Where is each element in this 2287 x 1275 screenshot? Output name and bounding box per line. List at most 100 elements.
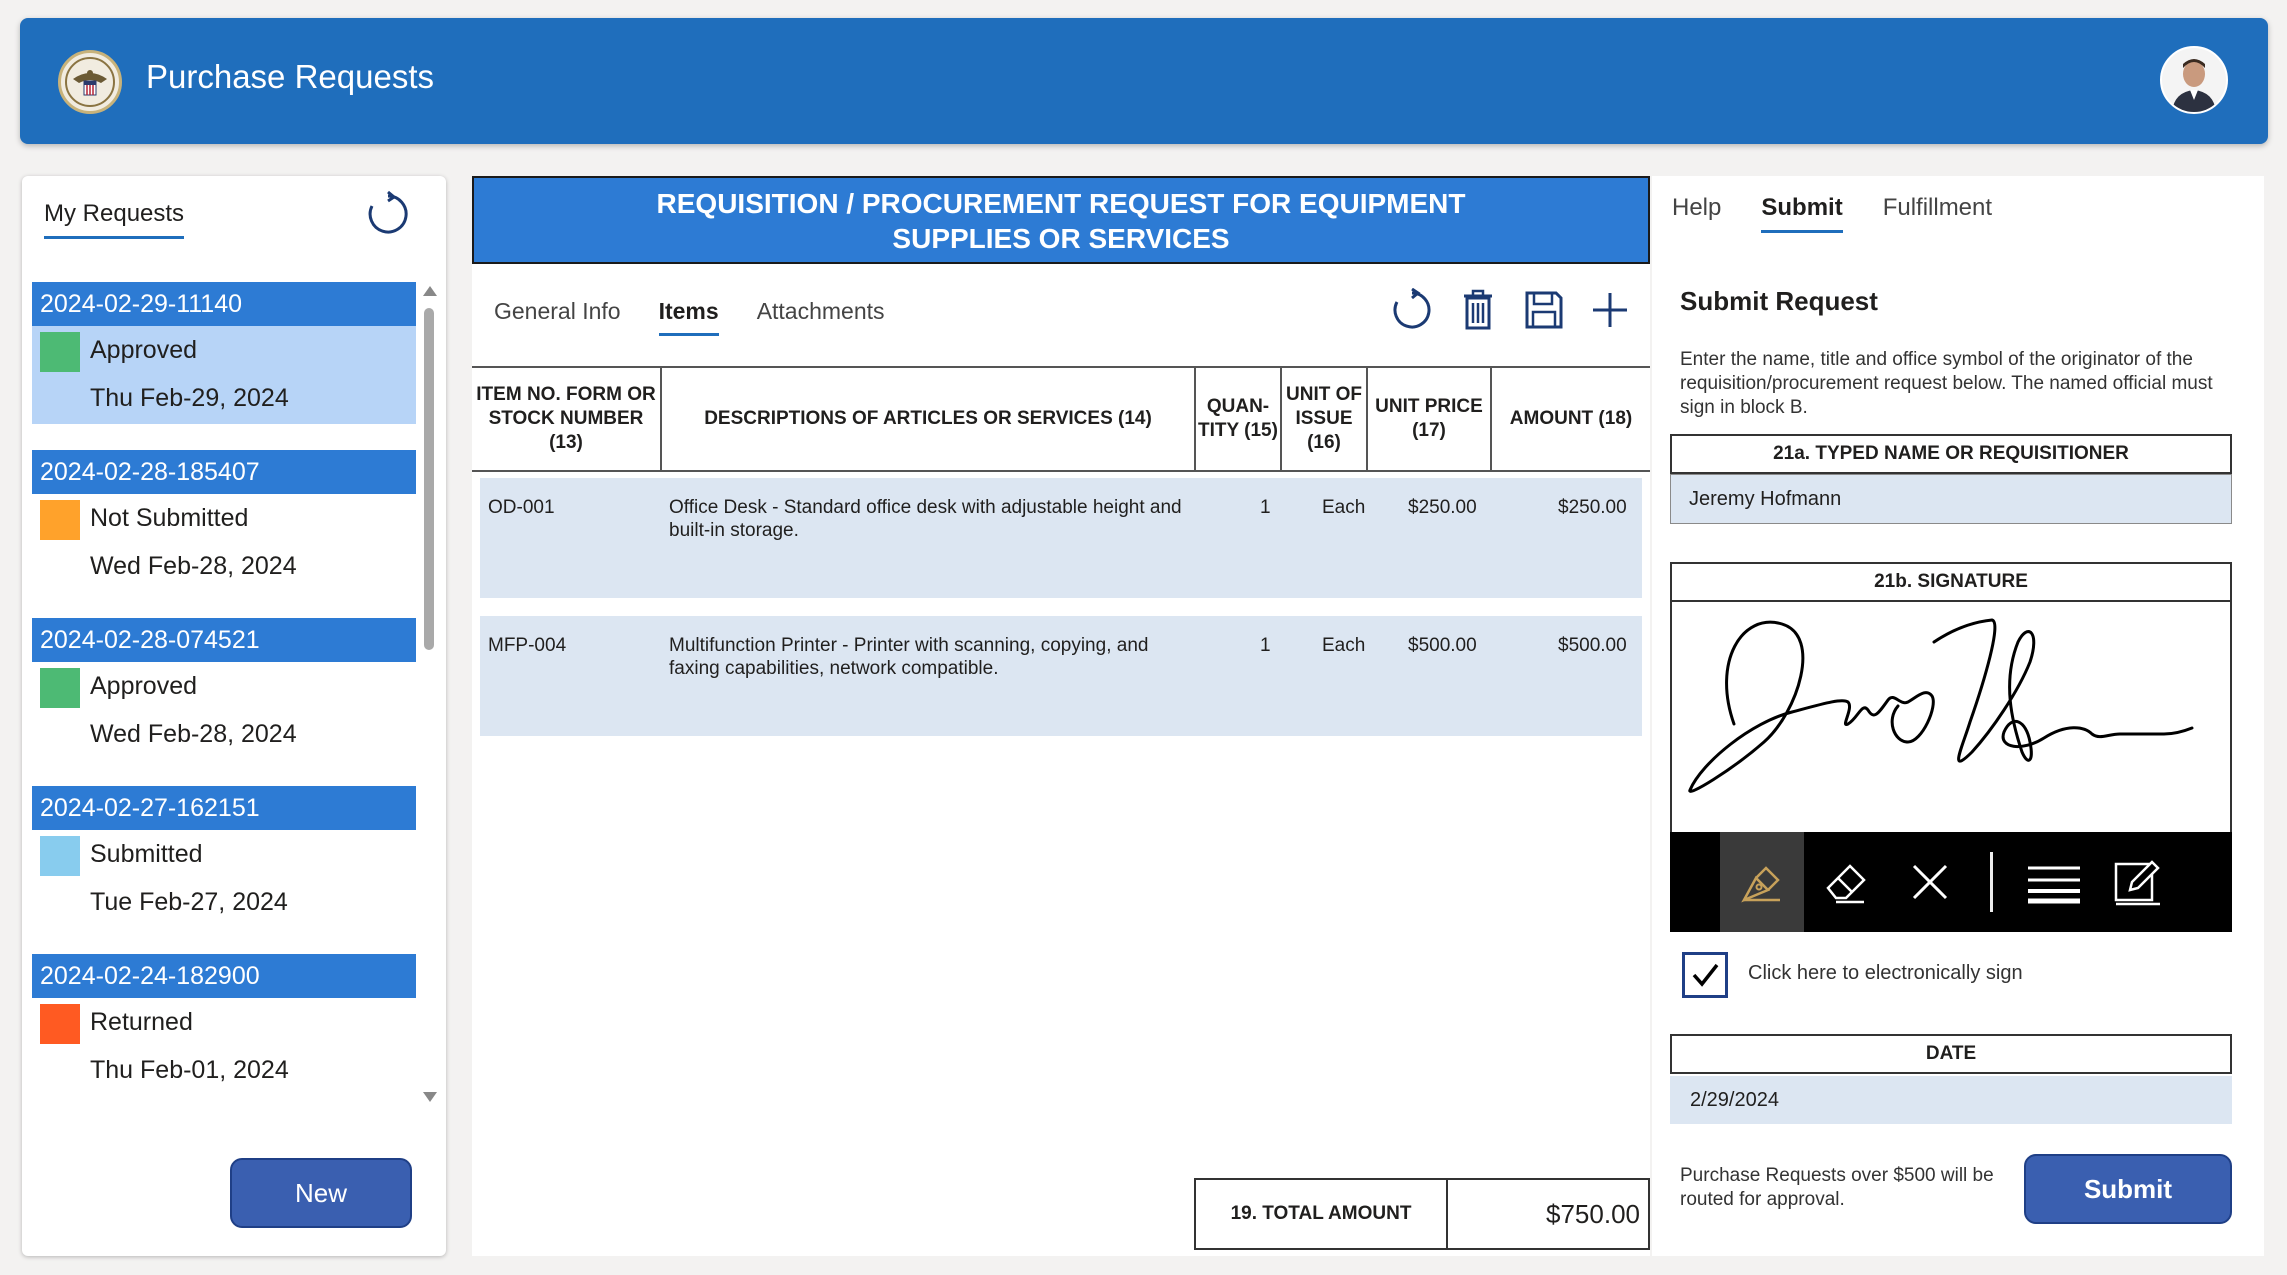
requisitioner-name-field[interactable]: Jeremy Hofmann	[1670, 474, 2232, 524]
request-id: 2024-02-28-185407	[32, 450, 416, 494]
refresh-icon[interactable]	[1390, 288, 1434, 332]
status-swatch	[40, 500, 80, 540]
request-body: Approved Thu Feb-29, 2024	[32, 326, 416, 424]
list-item[interactable]: 2024-02-28-185407 Not Submitted Wed Feb-…	[32, 450, 416, 618]
request-id: 2024-02-29-11140	[32, 282, 416, 326]
section-heading: Submit Request	[1680, 286, 1878, 316]
esign-checkbox[interactable]	[1682, 952, 1728, 998]
item-unit-price: $500.00	[1408, 635, 1477, 656]
request-id: 2024-02-24-182900	[32, 954, 416, 998]
request-date: Wed Feb-28, 2024	[90, 552, 297, 580]
item-unit-price: $250.00	[1408, 497, 1477, 518]
submit-button[interactable]: Submit	[2024, 1154, 2232, 1224]
scroll-up-icon[interactable]	[423, 286, 437, 296]
submit-panel: Help Submit Fulfillment Submit Request E…	[1652, 176, 2264, 1256]
request-date: Thu Feb-29, 2024	[90, 384, 289, 412]
request-body: Submitted Tue Feb-27, 2024	[32, 830, 416, 928]
app-header: Purchase Requests	[20, 18, 2268, 144]
toolbar-divider	[1990, 852, 1993, 912]
status-text: Returned	[90, 1008, 193, 1036]
tab-general-info[interactable]: General Info	[494, 298, 621, 336]
clear-icon[interactable]	[1888, 832, 1972, 932]
item-number: OD-001	[488, 497, 555, 518]
column-header-quantity: QUAN-TITY (15)	[1196, 368, 1282, 470]
item-amount: $250.00	[1558, 497, 1627, 518]
total-amount-box: 19. TOTAL AMOUNT $750.00	[1194, 1178, 1650, 1250]
column-header-unit-of-issue: UNIT OF ISSUE (16)	[1282, 368, 1368, 470]
new-request-button[interactable]: New	[230, 1158, 412, 1228]
tab-attachments[interactable]: Attachments	[757, 298, 885, 336]
status-swatch	[40, 1004, 80, 1044]
add-icon[interactable]	[1588, 288, 1632, 332]
item-description: Office Desk - Standard office desk with …	[669, 497, 1182, 541]
scroll-down-icon[interactable]	[423, 1092, 437, 1102]
table-row[interactable]: OD-001 Office Desk - Standard office des…	[480, 478, 1642, 598]
date-field[interactable]: 2/29/2024	[1670, 1076, 2232, 1124]
status-swatch	[40, 836, 80, 876]
refresh-icon[interactable]	[364, 190, 412, 243]
request-id: 2024-02-27-162151	[32, 786, 416, 830]
item-quantity: 1	[1260, 497, 1271, 518]
side-tabs: Help Submit Fulfillment	[1672, 194, 1992, 233]
save-icon[interactable]	[1522, 288, 1566, 332]
total-amount-label: 19. TOTAL AMOUNT	[1196, 1180, 1448, 1248]
list-item[interactable]: 2024-02-28-074521 Approved Wed Feb-28, 2…	[32, 618, 416, 786]
form-panel: REQUISITION / PROCUREMENT REQUEST FOR EQ…	[472, 176, 1650, 1256]
routing-note: Purchase Requests over $500 will be rout…	[1680, 1165, 1994, 1210]
list-item[interactable]: 2024-02-24-182900 Returned Thu Feb-01, 2…	[32, 954, 416, 1122]
item-amount: $500.00	[1558, 635, 1627, 656]
tab-fulfillment[interactable]: Fulfillment	[1883, 194, 1992, 233]
request-date: Thu Feb-01, 2024	[90, 1056, 289, 1084]
checkmark-icon	[1692, 963, 1719, 987]
item-quantity: 1	[1260, 635, 1271, 656]
column-header-amount: AMOUNT (18)	[1509, 408, 1633, 429]
list-item[interactable]: 2024-02-27-162151 Submitted Tue Feb-27, …	[32, 786, 416, 954]
eraser-icon[interactable]	[1804, 832, 1888, 932]
total-amount-value: $750.00	[1546, 1198, 1640, 1229]
form-title-line2: SUPPLIES OR SERVICES	[892, 223, 1230, 254]
status-text: Approved	[90, 672, 198, 700]
signature-pad[interactable]	[1670, 600, 2232, 834]
request-body: Returned Thu Feb-01, 2024	[32, 998, 416, 1096]
requests-list[interactable]: 2024-02-29-11140 Approved Thu Feb-29, 20…	[32, 282, 416, 1122]
item-unit: Each	[1322, 635, 1366, 656]
request-id: 2024-02-28-074521	[32, 618, 416, 662]
form-tabs: General Info Items Attachments	[494, 298, 885, 336]
form-title-line1: REQUISITION / PROCUREMENT REQUEST FOR EQ…	[656, 188, 1466, 219]
name-label: 21a. TYPED NAME OR REQUISITIONER	[1670, 434, 2232, 474]
request-body: Not Submitted Wed Feb-28, 2024	[32, 494, 416, 592]
status-text: Not Submitted	[90, 504, 249, 532]
items-table: ITEM NO. FORM OR STOCK NUMBER (13) DESCR…	[472, 366, 1650, 472]
app-title: Purchase Requests	[146, 58, 434, 95]
column-header-item-no: ITEM NO. FORM OR STOCK NUMBER (13)	[472, 368, 662, 470]
esign-label: Click here to electronically sign	[1748, 962, 2023, 984]
tab-items[interactable]: Items	[658, 298, 719, 336]
status-text: Approved	[90, 336, 198, 364]
form-title: REQUISITION / PROCUREMENT REQUEST FOR EQ…	[472, 176, 1650, 264]
list-scrollbar[interactable]	[422, 286, 437, 1102]
tab-my-requests[interactable]: My Requests	[44, 200, 185, 239]
seal-icon	[58, 50, 122, 114]
table-header: ITEM NO. FORM OR STOCK NUMBER (13) DESCR…	[472, 366, 1650, 472]
table-row[interactable]: MFP-004 Multifunction Printer - Printer …	[480, 616, 1642, 736]
request-date: Tue Feb-27, 2024	[90, 888, 288, 916]
item-description: Multifunction Printer - Printer with sca…	[669, 635, 1149, 679]
date-label: DATE	[1670, 1034, 2232, 1074]
tab-submit[interactable]: Submit	[1761, 194, 1843, 233]
item-number: MFP-004	[488, 635, 567, 656]
items-toolbar	[1390, 288, 1632, 332]
line-weight-icon[interactable]	[2012, 832, 2096, 932]
edit-icon[interactable]	[2096, 832, 2180, 932]
column-header-unit-price: UNIT PRICE (17)	[1368, 368, 1492, 470]
scroll-thumb[interactable]	[424, 308, 434, 650]
signature-toolbar	[1670, 832, 2232, 932]
status-swatch	[40, 668, 80, 708]
requests-panel: My Requests 2024-02-29-11140 Approved Th…	[22, 176, 446, 1256]
user-avatar[interactable]	[2160, 46, 2228, 114]
trash-icon[interactable]	[1456, 288, 1500, 332]
signature-label: 21b. SIGNATURE	[1670, 562, 2232, 602]
pen-icon[interactable]	[1720, 832, 1804, 932]
item-unit: Each	[1322, 497, 1366, 518]
list-item[interactable]: 2024-02-29-11140 Approved Thu Feb-29, 20…	[32, 282, 416, 450]
tab-help[interactable]: Help	[1672, 194, 1721, 233]
